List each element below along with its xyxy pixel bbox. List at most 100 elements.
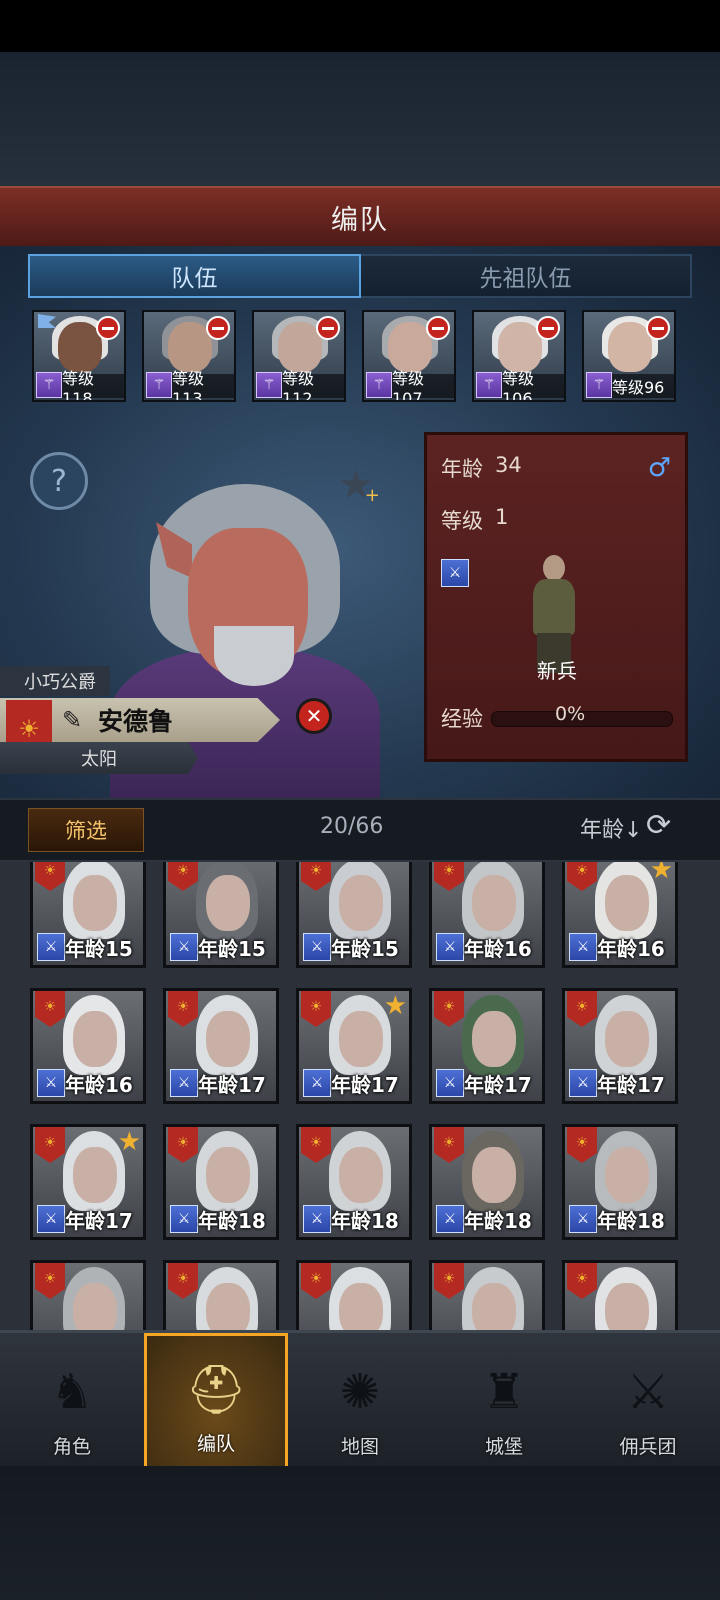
sun-crest-icon: ☀ [35,1127,65,1163]
team-member-slot[interactable]: ⚚ 等级118 [32,310,126,402]
unit-info-card: 年龄 34 ♂ 等级 1 ⚔ 新兵 经验 0% [424,432,688,762]
pencil-icon: ✎ [62,706,83,734]
roster-card[interactable]: ☀ ⚔ 年龄18 [163,1124,279,1240]
sword-class-icon: ⚔ [436,1205,464,1233]
mage-class-icon: ⚚ [366,372,392,398]
sun-crest-icon: ☀ [434,991,464,1027]
nav-item[interactable]: ♞ 角色 [0,1333,144,1469]
team-member-slot[interactable]: ⚚ 等级96 [582,310,676,402]
nav-item[interactable]: ⚔ 佣兵团 [576,1333,720,1469]
roster-card[interactable]: ☀ [30,1260,146,1330]
sun-crest-icon: ☀ [168,1127,198,1163]
remove-member-button[interactable] [96,316,120,340]
sun-crest-icon: ☀ [434,862,464,891]
hero-beard [214,626,294,686]
team-member-slot[interactable]: ⚚ 等级113 [142,310,236,402]
card-face [206,1011,250,1067]
roster-card[interactable]: ☀ ★ ⚔ 年龄17 [296,988,412,1104]
tab-team-label: 队伍 [171,266,218,292]
sun-crest-icon: ☀ [168,991,198,1027]
hero-title: 小巧公爵 [0,666,110,696]
edit-name-button[interactable]: ✎ [62,706,82,734]
card-age: 年龄16 [65,1072,133,1097]
sun-crest-icon: ☀ [567,1263,597,1299]
sort-button[interactable]: 年龄↓ [580,812,642,844]
card-face [472,875,516,931]
roster-card[interactable]: ☀ ★ ⚔ 年龄16 [562,862,678,968]
remove-hero-button[interactable]: ✕ [296,698,332,734]
nav-label: 城堡 [484,1436,523,1458]
nav-label: 角色 [52,1436,91,1458]
sun-crest-icon: ☀ [301,1263,331,1299]
card-face [605,1283,649,1330]
mage-class-icon: ⚚ [36,372,62,398]
team-member-slot[interactable]: ⚚ 等级107 [362,310,456,402]
sun-crest-icon: ☀ [567,862,597,891]
sun-crest-icon: ☀ [301,1127,331,1163]
card-face [472,1147,516,1203]
roster-card[interactable]: ☀ ⚔ 年龄15 [163,862,279,968]
team-member-slot[interactable]: ⚚ 等级106 [472,310,566,402]
star-icon: ★ [649,862,673,885]
member-level: 等级106 [502,369,564,400]
nav-item[interactable]: ✺ 地图 [288,1333,432,1469]
card-face [339,1011,383,1067]
remove-member-button[interactable] [316,316,340,340]
tab-ancestor-team[interactable]: 先祖队伍 [361,254,692,298]
roster-card[interactable]: ☀ ⚔ 年龄17 [163,988,279,1104]
refresh-icon[interactable]: ⟳ [646,808,671,843]
remove-member-button[interactable] [536,316,560,340]
sun-crest-icon: ☀ [434,1127,464,1163]
remove-member-button[interactable] [426,316,450,340]
member-level: 等级96 [612,374,674,398]
roster-card[interactable]: ☀ [562,1260,678,1330]
castle-icon: ♜ [482,1364,526,1420]
remove-member-button[interactable] [646,316,670,340]
hero-name: 安德鲁 [98,707,174,736]
roster-card[interactable]: ☀ ⚔ 年龄15 [296,862,412,968]
nav-item[interactable]: ⛑ 编队 [144,1333,288,1469]
filter-bar: 筛选 20/66 年龄↓ ⟳ [0,798,720,862]
favorite-add-button[interactable]: ★ + [338,462,380,508]
card-age: 年龄17 [65,1208,133,1233]
card-face [339,1147,383,1203]
card-age: 年龄16 [464,936,532,961]
roster-card[interactable]: ☀ ⚔ 年龄15 [30,862,146,968]
knight-icon: ♞ [50,1364,94,1420]
roster-card[interactable]: ☀ ⚔ 年龄16 [30,988,146,1104]
mage-class-icon: ⚚ [476,372,502,398]
card-age: 年龄18 [464,1208,532,1233]
sword-class-icon: ⚔ [569,1205,597,1233]
sword-class-icon: ⚔ [37,1205,65,1233]
nav-item[interactable]: ♜ 城堡 [432,1333,576,1469]
leader-flag-icon [38,314,56,328]
card-face [73,1147,117,1203]
roster-card[interactable]: ☀ ⚔ 年龄18 [429,1124,545,1240]
roster-card[interactable]: ☀ [296,1260,412,1330]
tab-team[interactable]: 队伍 [28,254,361,298]
card-face [73,1283,117,1330]
remove-member-button[interactable] [206,316,230,340]
card-age: 年龄16 [597,936,665,961]
roster-card[interactable]: ☀ ⚔ 年龄18 [562,1124,678,1240]
team-member-slot[interactable]: ⚚ 等级112 [252,310,346,402]
roster-grid[interactable]: ☀ ⚔ 年龄15 ☀ ⚔ 年龄15 ☀ ⚔ 年龄15 ☀ ⚔ 年龄16 ☀ ★ ⚔ 年龄16 ☀ ⚔ 年龄16 ☀ ⚔ 年… [0,862,720,1330]
filter-button[interactable]: 筛选 [28,808,144,852]
card-age: 年龄15 [331,936,399,961]
close-icon: ✕ [305,704,323,728]
roster-card[interactable]: ☀ ⚔ 年龄17 [429,988,545,1104]
roster-card[interactable]: ☀ ⚔ 年龄18 [296,1124,412,1240]
card-age: 年龄18 [331,1208,399,1233]
roster-card[interactable]: ☀ [163,1260,279,1330]
card-age: 年龄17 [331,1072,399,1097]
roster-card[interactable]: ☀ ⚔ 年龄17 [562,988,678,1104]
sun-crest-icon: ☀ [35,1263,65,1299]
roster-card[interactable]: ☀ ⚔ 年龄16 [429,862,545,968]
roster-card[interactable]: ☀ ★ ⚔ 年龄17 [30,1124,146,1240]
help-button[interactable]: ? [30,452,88,510]
card-face [73,1011,117,1067]
tab-ancestor-team-label: 先祖队伍 [479,266,572,292]
roster-card[interactable]: ☀ [429,1260,545,1330]
plus-icon: + [364,485,380,506]
bottom-spacer [0,1466,720,1600]
